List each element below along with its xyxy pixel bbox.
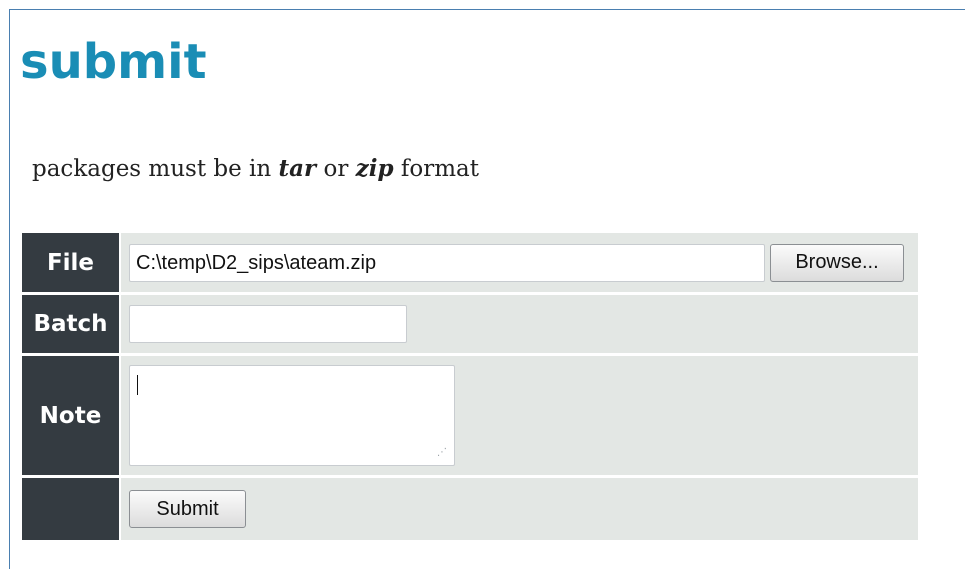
submit-row: Submit [22,478,918,540]
format-tar: tar [278,155,317,182]
intro-prefix: packages must be in [32,156,279,182]
note-field-cell: ⋰ [119,356,918,475]
format-zip: zip [355,155,394,182]
note-textarea[interactable] [129,365,455,466]
submit-label-cell [22,478,119,540]
file-row: File C:\temp\D2_sips\ateam.zip Browse... [22,233,918,292]
page-title: submit [20,34,207,90]
submit-form: File C:\temp\D2_sips\ateam.zip Browse...… [22,230,918,543]
note-row: Note ⋰ [22,356,918,475]
file-field-cell: C:\temp\D2_sips\ateam.zip Browse... [119,233,918,292]
file-picker: C:\temp\D2_sips\ateam.zip Browse... [129,243,918,282]
intro-suffix: format [393,156,479,182]
text-caret [137,375,138,395]
batch-input[interactable] [129,305,407,343]
format-instructions: packages must be in tar or zip format [32,152,479,186]
submit-button[interactable]: Submit [129,490,246,528]
file-path-input[interactable]: C:\temp\D2_sips\ateam.zip [129,243,765,282]
batch-field-cell [119,295,918,353]
resize-grip-icon[interactable]: ⋰ [437,448,447,458]
intro-or: or [316,156,356,182]
batch-row: Batch [22,295,918,353]
batch-label: Batch [22,295,119,353]
note-wrapper: ⋰ [129,365,455,466]
note-label: Note [22,356,119,475]
submit-field-cell: Submit [119,478,918,540]
file-label: File [22,233,119,292]
browse-button[interactable]: Browse... [770,243,904,282]
